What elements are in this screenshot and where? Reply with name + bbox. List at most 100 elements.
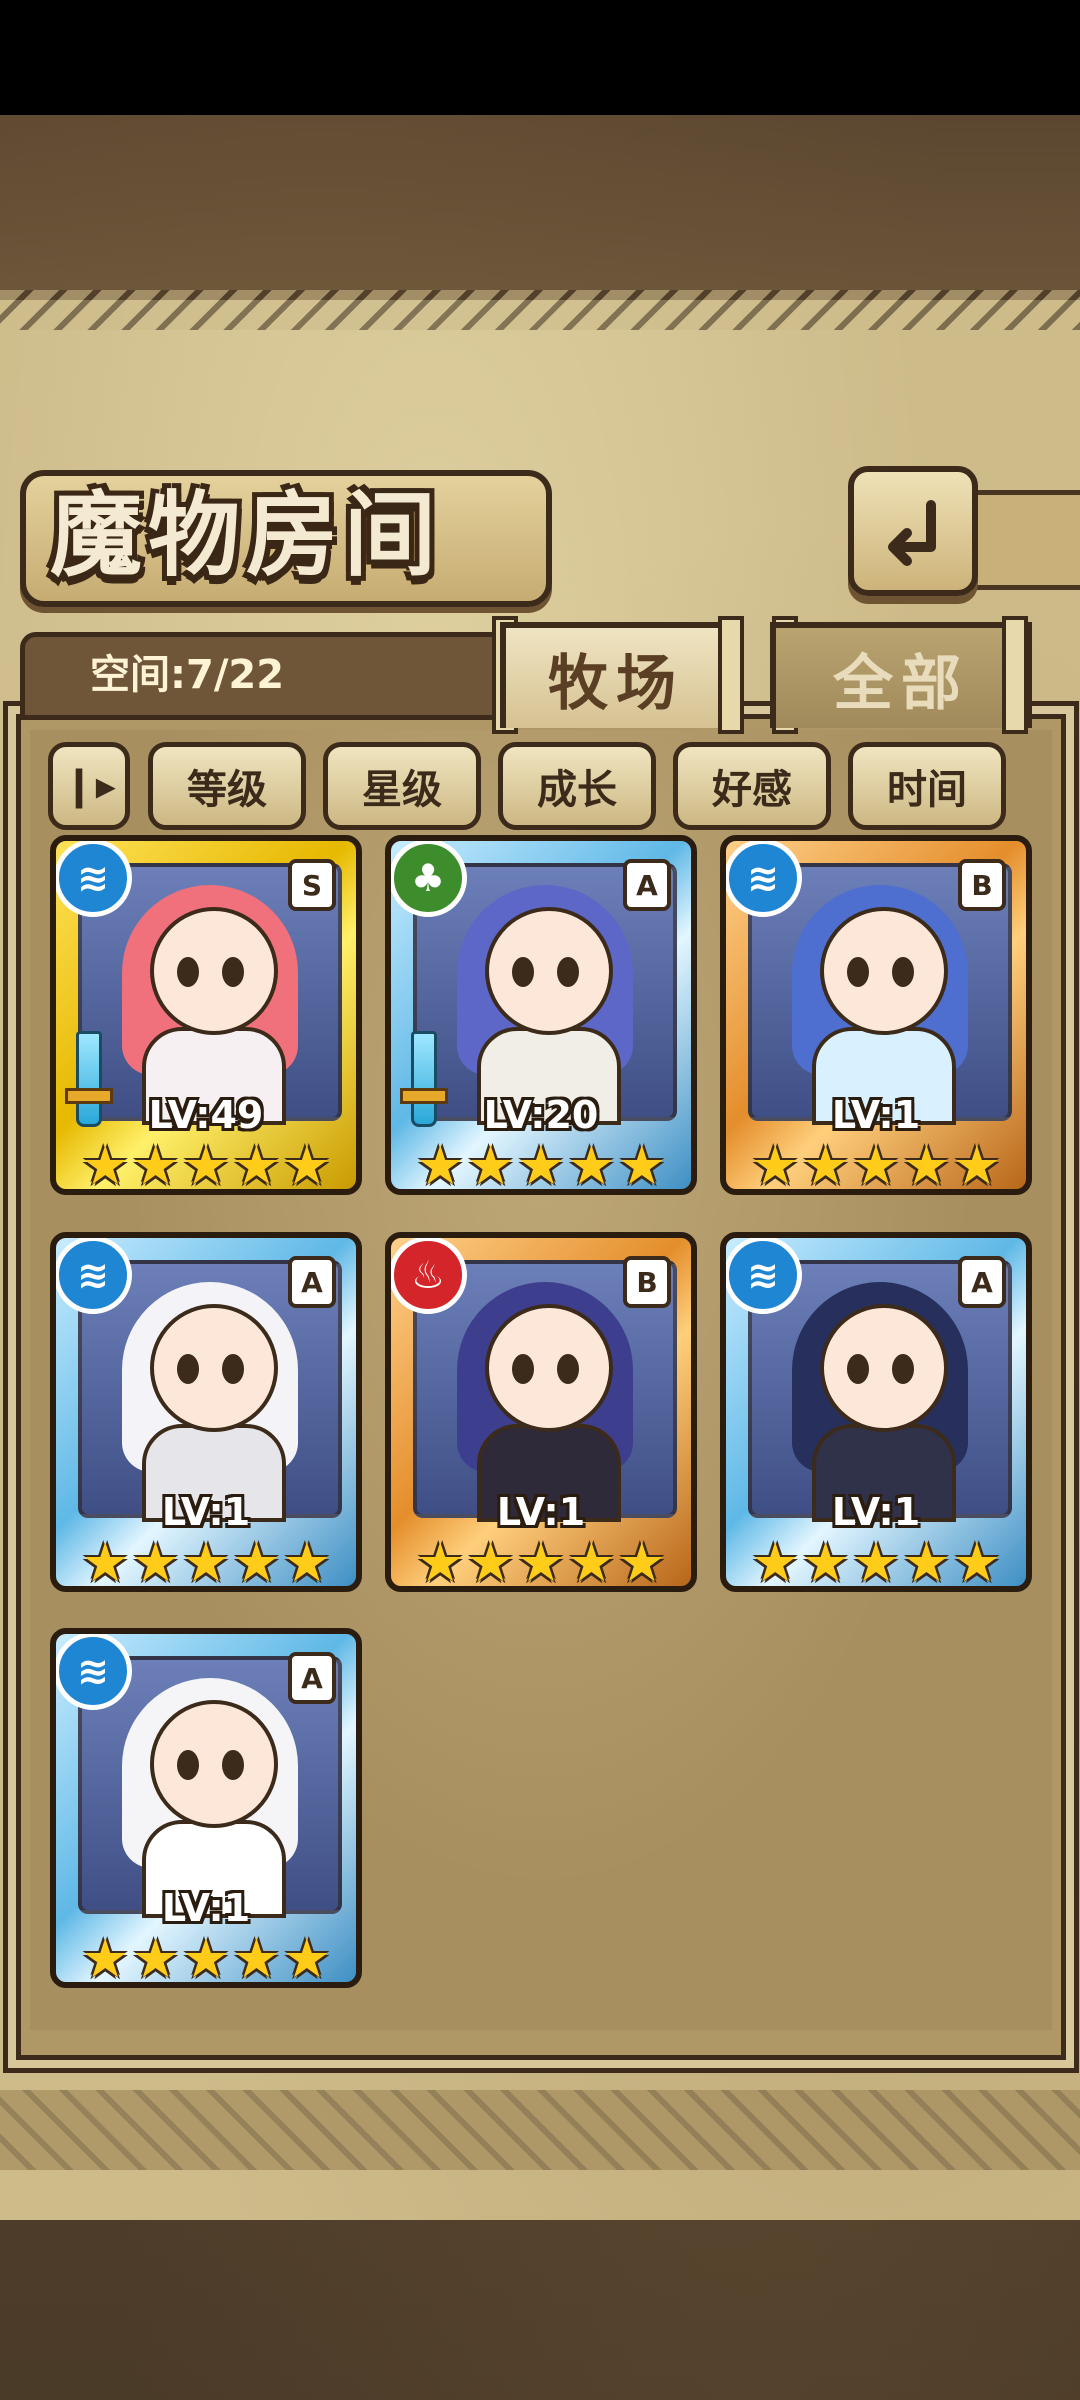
- star-icon: ★: [952, 1134, 1002, 1195]
- star-icon: ★: [282, 1531, 332, 1592]
- star-icon: ★: [516, 1134, 566, 1195]
- grade-badge: S: [288, 859, 336, 911]
- star-icon: ★: [415, 1531, 465, 1592]
- star-icon: ★: [952, 1531, 1002, 1592]
- filter-level-button[interactable]: 等级: [148, 742, 306, 830]
- monster-eye: [177, 1750, 199, 1780]
- monster-eye: [557, 1354, 579, 1384]
- water-element-icon: ≋: [726, 1238, 802, 1314]
- star-icon: ★: [516, 1531, 566, 1592]
- star-icon: ★: [750, 1531, 800, 1592]
- star-icon: ★: [181, 1531, 231, 1592]
- star-icon: ★: [750, 1134, 800, 1195]
- monster-card[interactable]: ♣ A LV:20 ★ ★ ★ ★ ★: [385, 835, 697, 1195]
- star-icon: ★: [567, 1531, 616, 1592]
- star-rating: ★ ★ ★ ★ ★: [56, 1927, 356, 1988]
- star-rating: ★ ★ ★ ★ ★: [56, 1531, 356, 1592]
- monster-card[interactable]: ≋ S LV:49 ★ ★ ★ ★ ★: [50, 835, 362, 1195]
- star-icon: ★: [181, 1134, 231, 1195]
- star-icon: ★: [80, 1927, 130, 1988]
- monster-eye: [177, 1354, 199, 1384]
- star-icon: ★: [232, 1927, 281, 1988]
- water-element-icon: ≋: [56, 841, 132, 917]
- capacity-label: 空间:7/22: [90, 652, 285, 698]
- star-icon: ★: [80, 1134, 130, 1195]
- star-icon: ★: [902, 1134, 951, 1195]
- fire-element-icon: ♨: [391, 1238, 467, 1314]
- filter-row: ❙▸ 等级 星级 成长 好感 时间: [48, 742, 1018, 830]
- star-icon: ★: [415, 1134, 465, 1195]
- grade-badge: A: [623, 859, 671, 911]
- water-element-icon: ≋: [56, 1634, 132, 1710]
- tab-post: [1002, 616, 1028, 734]
- grade-badge: A: [958, 1256, 1006, 1308]
- star-icon: ★: [232, 1531, 281, 1592]
- monster-card[interactable]: ♨ B LV:1 ★ ★ ★ ★ ★: [385, 1232, 697, 1592]
- monster-eye: [557, 957, 579, 987]
- star-icon: ★: [617, 1531, 667, 1592]
- monster-face: [485, 1304, 613, 1432]
- star-icon: ★: [617, 1134, 667, 1195]
- level-label: LV:1: [161, 1886, 251, 1930]
- monster-eye: [222, 1750, 244, 1780]
- sort-toggle-icon: ❙▸: [62, 763, 116, 809]
- star-rating: ★ ★ ★ ★ ★: [726, 1134, 1026, 1195]
- star-icon: ★: [131, 1927, 180, 1988]
- monster-eye: [847, 957, 869, 987]
- back-button-strip: [960, 490, 1080, 590]
- star-icon: ★: [131, 1134, 180, 1195]
- star-icon: ★: [851, 1134, 901, 1195]
- tab-post: [718, 616, 744, 734]
- monster-card[interactable]: ≋ A LV:1 ★ ★ ★ ★ ★: [50, 1628, 362, 1988]
- monster-card[interactable]: ≋ B LV:1 ★ ★ ★ ★ ★: [720, 835, 1032, 1195]
- wood-element-icon: ♣: [391, 841, 467, 917]
- grade-badge: A: [288, 1256, 336, 1308]
- monster-card[interactable]: ≋ A LV:1 ★ ★ ★ ★ ★: [720, 1232, 1032, 1592]
- star-icon: ★: [902, 1531, 951, 1592]
- star-rating: ★ ★ ★ ★ ★: [726, 1531, 1026, 1592]
- grade-badge: B: [623, 1256, 671, 1308]
- filter-growth-button[interactable]: 成长: [498, 742, 656, 830]
- level-label: LV:1: [831, 1093, 921, 1137]
- monster-face: [485, 907, 613, 1035]
- level-label: LV:49: [148, 1093, 264, 1137]
- star-icon: ★: [232, 1134, 281, 1195]
- grade-badge: B: [958, 859, 1006, 911]
- page-title: 魔物房间: [50, 481, 443, 589]
- level-label: LV:1: [161, 1490, 251, 1534]
- monster-face: [820, 1304, 948, 1432]
- star-icon: ★: [131, 1531, 180, 1592]
- torn-edge-bottom: [0, 2090, 1080, 2170]
- level-label: LV:1: [496, 1490, 586, 1534]
- star-rating: ★ ★ ★ ★ ★: [56, 1134, 356, 1195]
- filter-affection-button[interactable]: 好感: [673, 742, 831, 830]
- monster-eye: [222, 1354, 244, 1384]
- star-icon: ★: [851, 1531, 901, 1592]
- water-element-icon: ≋: [56, 1238, 132, 1314]
- star-icon: ★: [282, 1927, 332, 1988]
- monster-eye: [512, 957, 534, 987]
- star-icon: ★: [80, 1531, 130, 1592]
- star-icon: ★: [801, 1531, 850, 1592]
- monster-card[interactable]: ≋ A LV:1 ★ ★ ★ ★ ★: [50, 1232, 362, 1592]
- star-icon: ★: [466, 1134, 515, 1195]
- tab-all[interactable]: 全部: [770, 622, 1032, 728]
- star-icon: ★: [801, 1134, 850, 1195]
- sort-toggle-button[interactable]: ❙▸: [48, 742, 130, 830]
- grade-badge: A: [288, 1652, 336, 1704]
- tab-ranch[interactable]: 牧场: [500, 622, 732, 728]
- status-bar: [0, 0, 1080, 115]
- filter-star-button[interactable]: 星级: [323, 742, 481, 830]
- monster-face: [150, 1700, 278, 1828]
- back-arrow-icon: [888, 500, 936, 566]
- star-icon: ★: [282, 1134, 332, 1195]
- back-button[interactable]: [848, 466, 978, 596]
- monster-eye: [892, 1354, 914, 1384]
- star-icon: ★: [567, 1134, 616, 1195]
- water-element-icon: ≋: [726, 841, 802, 917]
- filter-time-button[interactable]: 时间: [848, 742, 1006, 830]
- star-icon: ★: [181, 1927, 231, 1988]
- star-rating: ★ ★ ★ ★ ★: [391, 1134, 691, 1195]
- star-rating: ★ ★ ★ ★ ★: [391, 1531, 691, 1592]
- monster-eye: [512, 1354, 534, 1384]
